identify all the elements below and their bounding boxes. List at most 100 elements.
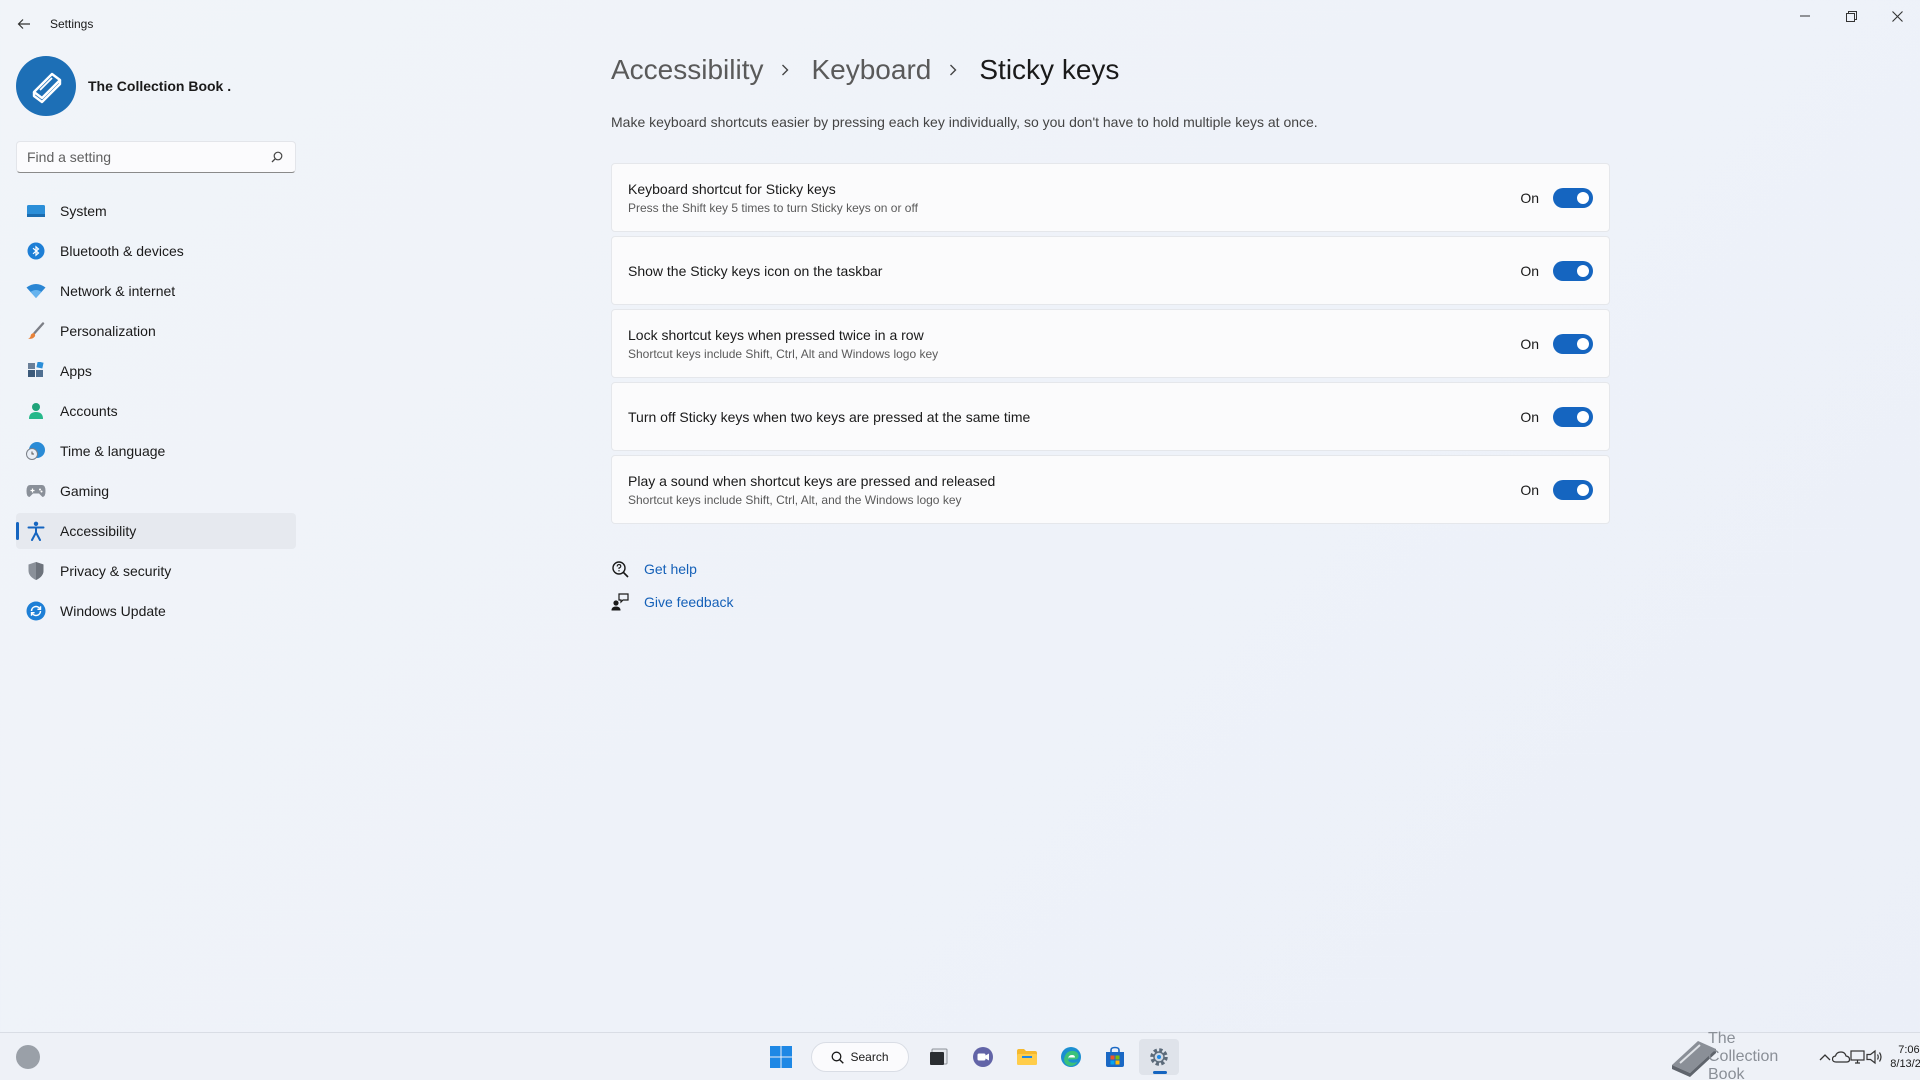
setting-turn-off-sticky-keys: Turn off Sticky keys when two keys are p… xyxy=(611,382,1610,451)
sidebar-item-label: Apps xyxy=(60,363,92,379)
toggle-state-label: On xyxy=(1520,481,1539,498)
store-icon xyxy=(1106,1046,1124,1067)
network-status-icon[interactable] xyxy=(1850,1046,1866,1068)
restore-icon xyxy=(1845,10,1857,22)
sidebar-item-accessibility[interactable]: Accessibility xyxy=(16,513,296,549)
sidebar-item-privacy-security[interactable]: Privacy & security xyxy=(16,553,296,589)
give-feedback-link[interactable]: Give feedback xyxy=(644,594,734,610)
bluetooth-icon xyxy=(26,241,46,261)
setting-show-sticky-keys-icon: Show the Sticky keys icon on the taskbar… xyxy=(611,236,1610,305)
toggle-switch[interactable] xyxy=(1553,406,1593,427)
restore-button[interactable] xyxy=(1828,0,1874,32)
brush-icon xyxy=(26,321,46,341)
update-icon xyxy=(26,601,46,621)
file-explorer-button[interactable] xyxy=(1007,1039,1047,1075)
sidebar-item-apps[interactable]: Apps xyxy=(16,353,296,389)
chevron-right-icon xyxy=(781,63,793,77)
book-logo-icon xyxy=(32,72,62,104)
task-view-button[interactable] xyxy=(919,1039,959,1075)
minimize-icon xyxy=(1800,15,1810,17)
toggle-switch[interactable] xyxy=(1553,333,1593,354)
sidebar-item-label: Accessibility xyxy=(60,523,137,539)
sidebar-item-label: Windows Update xyxy=(60,603,166,619)
breadcrumb: Accessibility Keyboard Sticky keys xyxy=(611,54,1119,86)
settings-search[interactable] xyxy=(16,141,296,173)
sidebar-item-bluetooth[interactable]: Bluetooth & devices xyxy=(16,233,296,269)
get-help-link[interactable]: Get help xyxy=(644,561,697,577)
search-icon[interactable] xyxy=(269,149,285,165)
settings-app-button[interactable] xyxy=(1139,1039,1179,1075)
setting-play-sound: Play a sound when shortcut keys are pres… xyxy=(611,455,1610,524)
toggle-state-label: On xyxy=(1520,408,1539,425)
sidebar-item-time-language[interactable]: Time & language xyxy=(16,433,296,469)
gear-icon xyxy=(1150,1048,1168,1066)
breadcrumb-accessibility[interactable]: Accessibility xyxy=(611,54,763,86)
toggle-switch[interactable] xyxy=(1553,260,1593,281)
get-help-icon xyxy=(611,560,629,578)
chat-button[interactable] xyxy=(963,1039,1003,1075)
accessibility-icon xyxy=(26,521,46,541)
volume-icon[interactable] xyxy=(1866,1046,1884,1068)
tray-watermark-label: The Collection Book xyxy=(1708,1030,1779,1080)
breadcrumb-keyboard[interactable]: Keyboard xyxy=(811,54,931,86)
setting-title: Keyboard shortcut for Sticky keys xyxy=(628,180,836,197)
setting-title: Turn off Sticky keys when two keys are p… xyxy=(628,408,1031,425)
task-view-icon xyxy=(930,1048,948,1065)
page-title: Sticky keys xyxy=(979,54,1120,85)
onedrive-icon[interactable] xyxy=(1832,1046,1851,1068)
sidebar-item-network[interactable]: Network & internet xyxy=(16,273,296,309)
sidebar-item-accounts[interactable]: Accounts xyxy=(16,393,296,429)
taskbar-search[interactable]: Search xyxy=(811,1042,909,1072)
shield-icon xyxy=(26,561,46,581)
close-button[interactable] xyxy=(1874,0,1920,32)
toggle-state-label: On xyxy=(1520,335,1539,352)
setting-subtitle: Press the Shift key 5 times to turn Stic… xyxy=(628,200,918,215)
setting-title: Lock shortcut keys when pressed twice in… xyxy=(628,326,924,343)
wifi-icon xyxy=(26,281,46,301)
gamepad-icon xyxy=(26,481,46,501)
setting-subtitle: Shortcut keys include Shift, Ctrl, Alt, … xyxy=(628,492,962,507)
system-tray: The Collection Book 7:06 PM 8/13/2022 xyxy=(1668,1030,1920,1080)
sidebar-item-windows-update[interactable]: Windows Update xyxy=(16,593,296,629)
edge-browser-icon xyxy=(1061,1047,1081,1067)
sidebar-item-label: Bluetooth & devices xyxy=(60,243,184,259)
sidebar-item-personalization[interactable]: Personalization xyxy=(16,313,296,349)
sidebar-item-system[interactable]: System xyxy=(16,193,296,229)
sidebar-item-label: Personalization xyxy=(60,323,156,339)
sidebar-item-label: Gaming xyxy=(60,483,110,499)
toggle-state-label: On xyxy=(1520,262,1539,279)
help-section: Get help Give feedback xyxy=(611,557,734,623)
sidebar-item-label: Time & language xyxy=(60,443,166,459)
accounts-icon xyxy=(26,401,46,421)
setting-title: Play a sound when shortcut keys are pres… xyxy=(628,472,996,489)
setting-title: Show the Sticky keys icon on the taskbar xyxy=(628,262,883,279)
user-profile[interactable]: The Collection Book . xyxy=(16,56,231,116)
system-icon xyxy=(26,201,46,221)
feedback-icon xyxy=(611,593,629,611)
toggle-state-label: On xyxy=(1520,189,1539,206)
profile-name: The Collection Book . xyxy=(88,78,232,94)
minimize-button[interactable] xyxy=(1782,0,1828,32)
search-input[interactable] xyxy=(27,149,269,165)
back-arrow-icon xyxy=(17,19,30,29)
chevron-right-icon xyxy=(949,63,961,77)
clock-date: 8/13/2022 xyxy=(1890,1058,1920,1070)
sidebar-item-gaming[interactable]: Gaming xyxy=(16,473,296,509)
app-title: Settings xyxy=(50,17,94,31)
toggle-switch[interactable] xyxy=(1553,479,1593,500)
store-button[interactable] xyxy=(1095,1039,1135,1075)
edge-button[interactable] xyxy=(1051,1039,1091,1075)
back-button[interactable] xyxy=(12,12,36,36)
widgets-icon[interactable] xyxy=(16,1045,40,1069)
folder-icon xyxy=(1017,1049,1037,1065)
sidebar-item-label: System xyxy=(60,203,107,219)
chevron-up-icon[interactable] xyxy=(1817,1046,1832,1068)
clock[interactable]: 7:06 PM 8/13/2022 xyxy=(1890,1043,1920,1071)
setting-lock-shortcut-keys: Lock shortcut keys when pressed twice in… xyxy=(611,309,1610,378)
toggle-switch[interactable] xyxy=(1553,187,1593,208)
apps-icon xyxy=(26,361,46,381)
start-button[interactable] xyxy=(761,1039,801,1075)
search-icon xyxy=(831,1051,845,1064)
setting-keyboard-shortcut-sticky-keys: Keyboard shortcut for Sticky keys Press … xyxy=(611,163,1610,232)
taskbar: Search The Collection Book 7:06 8/13/2 xyxy=(0,1030,1920,1080)
